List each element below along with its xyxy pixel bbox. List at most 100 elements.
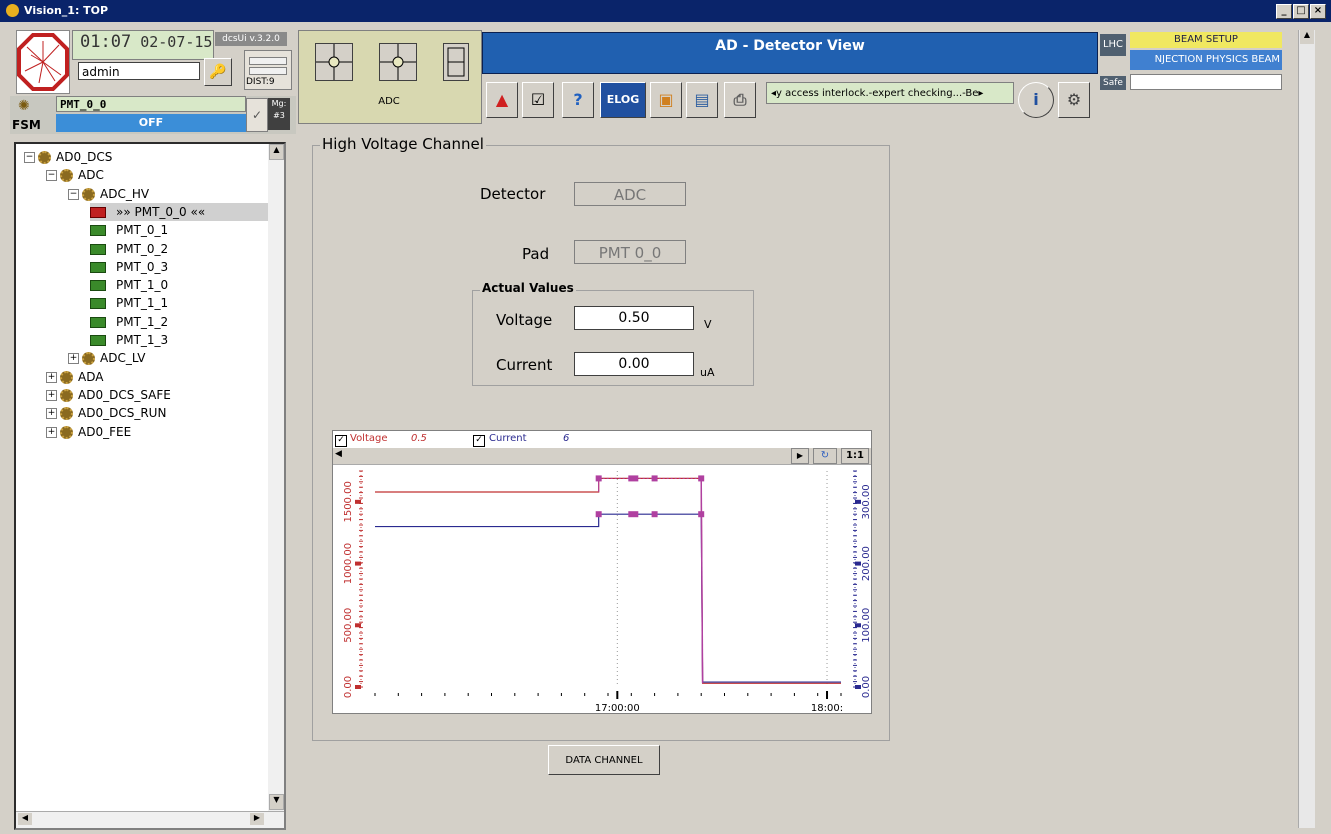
- voltage-legend-checkbox[interactable]: ✓: [335, 433, 347, 447]
- chart-zoom-reset-button[interactable]: 1:1: [841, 448, 869, 464]
- safe-value: [1130, 74, 1282, 90]
- tree-item[interactable]: PMT_0_1: [90, 221, 168, 239]
- current-legend-checkbox[interactable]: ✓: [473, 433, 485, 447]
- expand-toggle-icon[interactable]: +: [46, 408, 57, 420]
- tree-item[interactable]: + ADC_LV: [68, 349, 145, 367]
- side-view-icon[interactable]: [443, 43, 469, 81]
- tree-item[interactable]: + AD0_DCS_RUN: [46, 404, 166, 422]
- fsm-check-icon[interactable]: ✓: [246, 98, 268, 132]
- series-line-current: [375, 513, 841, 683]
- alert-icon[interactable]: ▲: [486, 82, 518, 118]
- node-gear-icon: [60, 388, 73, 402]
- half-view-icon[interactable]: [379, 43, 417, 81]
- data-channel-button[interactable]: DATA CHANNEL: [548, 745, 660, 775]
- expand-toggle-icon[interactable]: +: [46, 426, 57, 438]
- beam-setup: BEAM SETUP: [1130, 32, 1282, 48]
- login-key-button[interactable]: 🔑: [204, 58, 232, 86]
- main-vertical-scrollbar[interactable]: ▲: [1298, 30, 1315, 828]
- print-icon[interactable]: ⎙: [724, 82, 756, 118]
- node-gear-icon: [60, 425, 73, 439]
- tree-item[interactable]: − ADC: [46, 166, 104, 184]
- minimize-button[interactable]: _: [1276, 4, 1292, 19]
- tree-item[interactable]: PMT_0_2: [90, 240, 168, 258]
- left-tick-label: 1000.00: [343, 543, 354, 584]
- tree-item[interactable]: − AD0_DCS: [24, 148, 112, 166]
- chart-scroll-right-icon[interactable]: ▶: [791, 448, 809, 464]
- scroll-left-icon[interactable]: ◀: [18, 813, 32, 825]
- tree-item[interactable]: »» PMT_0_0 ««: [90, 202, 276, 221]
- expand-toggle-icon[interactable]: +: [46, 371, 57, 383]
- right-tick-label: 0.00: [861, 676, 871, 698]
- left-tick-label: 0.00: [343, 676, 354, 698]
- checklist-icon[interactable]: ☑: [522, 82, 554, 118]
- tree-item[interactable]: PMT_1_3: [90, 331, 168, 349]
- pad-label: Pad: [522, 245, 550, 263]
- current-marker: [595, 511, 602, 518]
- close-button[interactable]: ×: [1310, 4, 1326, 19]
- tree-item-label: PMT_1_0: [116, 278, 169, 293]
- right-tick-label: 300.00: [861, 484, 871, 519]
- chart-scroll-left-icon[interactable]: ◀: [335, 449, 342, 459]
- left-tick-label: 1500.00: [343, 481, 354, 522]
- scroll-right-icon[interactable]: ▶: [250, 813, 264, 825]
- current-field: 0.00: [574, 352, 694, 376]
- tree-item-label: AD0_FEE: [78, 424, 132, 439]
- fsm-state[interactable]: OFF: [56, 114, 246, 132]
- version-label: dcsUi v.3.2.0: [215, 32, 287, 46]
- tree-item[interactable]: PMT_1_2: [90, 313, 168, 331]
- help-icon[interactable]: ?: [562, 82, 594, 118]
- expand-toggle-icon[interactable]: −: [68, 188, 79, 200]
- maximize-button[interactable]: □: [1293, 4, 1309, 19]
- tree-item[interactable]: PMT_0_3: [90, 258, 168, 276]
- dist-bar: [249, 57, 287, 65]
- chart-plot-area: 0.00 500.00 1000.00 1500.00 0.00 100.00 200.00…: [343, 470, 871, 713]
- series-line-voltage: [375, 477, 841, 684]
- tree-item-label: PMT_0_2: [116, 241, 169, 256]
- message-ticker[interactable]: ◂y access interlock.-expert checking...-…: [766, 82, 1014, 104]
- fsm-manager: Mg: #3: [268, 98, 290, 130]
- save-icon[interactable]: ▣: [650, 82, 682, 118]
- current-marker: [651, 511, 658, 518]
- tree-item[interactable]: + ADA: [46, 368, 103, 386]
- expand-toggle-icon[interactable]: +: [68, 353, 79, 365]
- tree-item[interactable]: PMT_1_1: [90, 294, 168, 312]
- pmt-icon: [90, 243, 106, 255]
- chart-toolbar: ◀ ▶ ↻ 1:1: [333, 448, 871, 465]
- tree-item-label: PMT_1_3: [116, 333, 169, 347]
- current-legend-name: Current: [489, 433, 527, 444]
- tree-item[interactable]: + AD0_FEE: [46, 423, 131, 441]
- fsm-node-name[interactable]: PMT_0_0: [56, 96, 246, 112]
- node-gear-icon: [60, 407, 73, 421]
- voltage-legend-value: 0.5: [411, 433, 427, 444]
- scroll-up-icon[interactable]: ▲: [269, 144, 284, 160]
- tree-item-label: »» PMT_0_0 ««: [116, 204, 206, 219]
- tree-vertical-scrollbar[interactable]: ▲ ▼: [268, 144, 284, 828]
- node-gear-icon: [82, 187, 95, 201]
- chart-zoom-icon[interactable]: ↻: [813, 448, 837, 464]
- screenshot-icon[interactable]: ▤: [686, 82, 718, 118]
- tree-horizontal-scrollbar[interactable]: ◀ ▶: [16, 811, 284, 828]
- lhc-label: LHC: [1100, 34, 1126, 56]
- quad-view-icon[interactable]: [315, 43, 353, 81]
- username-field[interactable]: admin: [78, 62, 200, 80]
- fsm-tree[interactable]: − AD0_DCS − ADC − ADC_HV »» PMT_0_0 «« PMT_0_1 P…: [14, 142, 286, 830]
- main-scroll-up-icon[interactable]: ▲: [1300, 30, 1314, 44]
- tools-icon[interactable]: ⚙: [1058, 82, 1090, 118]
- left-major-tick: [355, 499, 361, 504]
- tree-item-label: PMT_1_2: [116, 314, 169, 329]
- pmt-icon: [90, 335, 106, 346]
- elog-button[interactable]: ELOG: [600, 82, 646, 118]
- pmt-icon: [90, 316, 106, 328]
- tree-item[interactable]: − ADC_HV: [68, 185, 149, 203]
- expand-toggle-icon[interactable]: −: [24, 152, 35, 163]
- info-icon[interactable]: i: [1018, 82, 1054, 118]
- expand-toggle-icon[interactable]: −: [46, 170, 57, 182]
- tree-item[interactable]: + AD0_DCS_SAFE: [46, 386, 171, 404]
- scroll-down-icon[interactable]: ▼: [269, 794, 284, 810]
- detector-label: Detector: [480, 185, 546, 203]
- hv-channel-title: High Voltage Channel: [320, 135, 486, 153]
- voltage-drop-marker: [700, 478, 704, 684]
- tree-item[interactable]: PMT_1_0: [90, 276, 168, 294]
- expand-toggle-icon[interactable]: +: [46, 389, 57, 401]
- tree-item-label: PMT_0_1: [116, 223, 169, 238]
